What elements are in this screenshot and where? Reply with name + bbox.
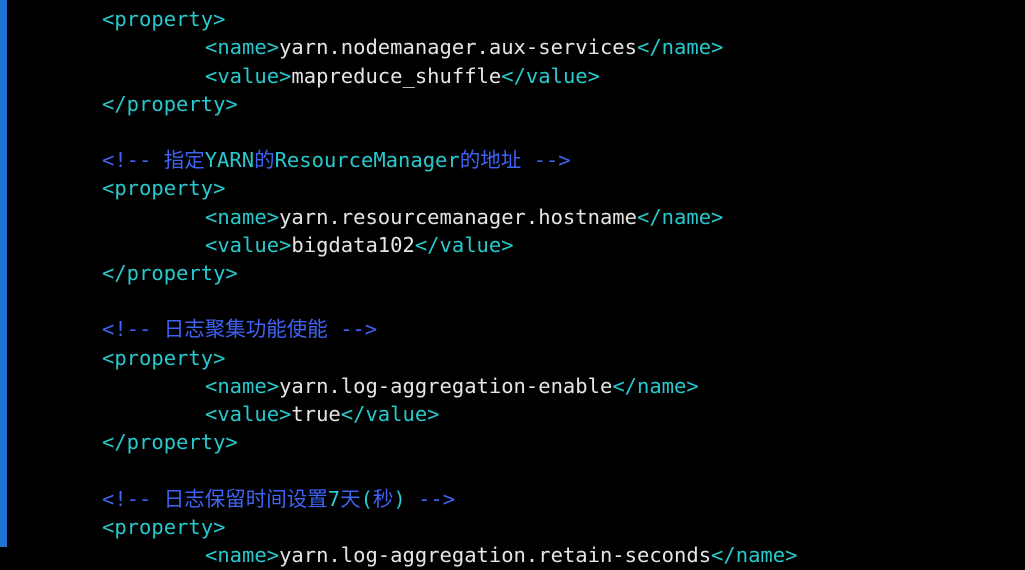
xml-tag: <name> — [205, 374, 279, 398]
xml-tag: </name> — [637, 205, 723, 229]
xml-tag: <value> — [205, 402, 291, 426]
comment-delim: <!-- — [102, 148, 151, 172]
xml-text: yarn.nodemanager.aux-services — [279, 35, 637, 59]
xml-tag: </value> — [501, 64, 600, 88]
comment-delim: --> — [418, 487, 455, 511]
xml-tag: <property> — [102, 176, 225, 200]
comment-text — [406, 487, 418, 511]
xml-tag: <property> — [102, 515, 225, 539]
xml-tag: <name> — [205, 35, 279, 59]
xml-tag: </property> — [102, 430, 238, 454]
comment-text: 的 — [254, 148, 275, 172]
comment-text: 指定 — [151, 148, 204, 172]
comment-delim: <!-- — [102, 317, 151, 341]
comment-keyword: YARN — [205, 148, 254, 172]
xml-text: yarn.resourcemanager.hostname — [279, 205, 637, 229]
comment-text: 的地址 — [460, 148, 534, 172]
xml-tag: <value> — [205, 64, 291, 88]
comment-text: 获取数据的方式 --> — [250, 0, 443, 3]
xml-tag: </property> — [102, 92, 238, 116]
xml-tag: <name> — [205, 205, 279, 229]
xml-tag: </value> — [341, 402, 440, 426]
comment-delim: <!-- — [102, 0, 151, 3]
xml-text: yarn.log-aggregation-enable — [279, 374, 612, 398]
xml-tag: <property> — [102, 7, 225, 31]
comment-keyword: reducer — [164, 0, 250, 3]
comment-delim: --> — [534, 148, 571, 172]
comment-paren: ) — [393, 487, 405, 511]
xml-text: mapreduce_shuffle — [291, 64, 501, 88]
comment-text: 日志聚集功能使能 — [151, 317, 340, 341]
xml-tag: <name> — [205, 543, 279, 567]
comment-text: 天 — [340, 487, 361, 511]
xml-tag: </name> — [711, 543, 797, 567]
xml-tag: </name> — [637, 35, 723, 59]
xml-tag: <value> — [205, 233, 291, 257]
xml-tag: </value> — [415, 233, 514, 257]
comment-delim: <!-- — [102, 487, 151, 511]
comment-text: 日志保留时间设置 — [151, 487, 327, 511]
comment-delim: --> — [340, 317, 377, 341]
xml-text: true — [291, 402, 340, 426]
comment-text: 秒 — [373, 487, 394, 511]
xml-tag: </property> — [102, 261, 238, 285]
xml-text: yarn.log-aggregation.retain-seconds — [279, 543, 711, 567]
comment-paren: ( — [361, 487, 373, 511]
xml-tag: </name> — [612, 374, 698, 398]
comment-number: 7 — [328, 487, 340, 511]
code-block[interactable]: <!-- reducer获取数据的方式 --> <property> <name… — [7, 0, 1025, 570]
xml-text: bigdata102 — [291, 233, 414, 257]
comment-keyword: ResourceManager — [275, 148, 460, 172]
xml-tag: <property> — [102, 346, 225, 370]
